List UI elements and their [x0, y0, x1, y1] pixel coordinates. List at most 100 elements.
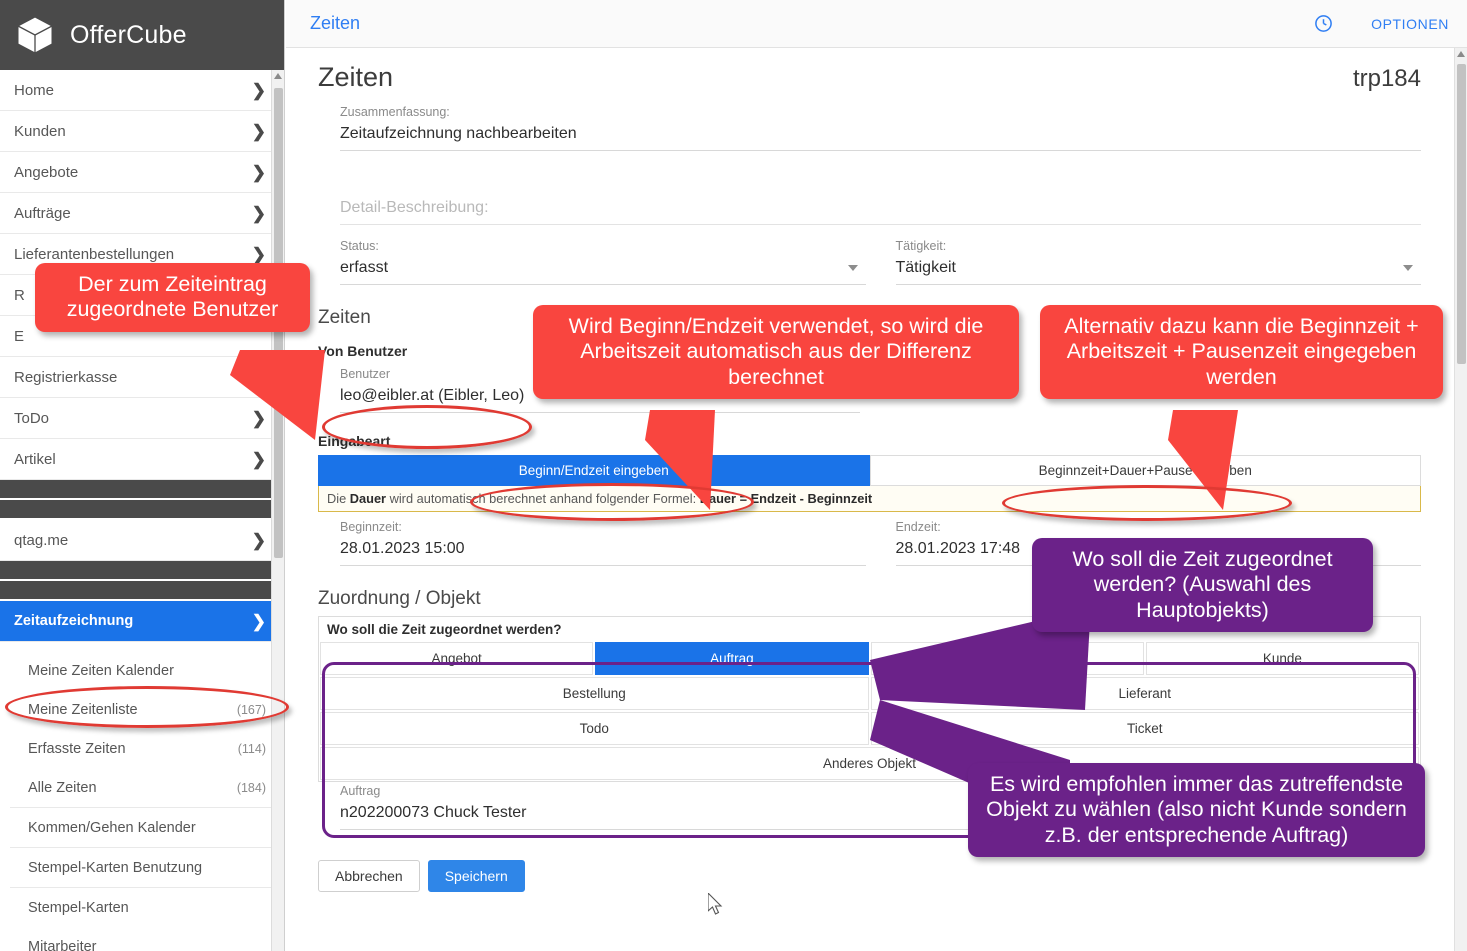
clock-icon[interactable]: [1314, 14, 1333, 33]
sidebar-item-kunden[interactable]: Kunden ❯: [0, 111, 284, 152]
activity-select[interactable]: Tätigkeit: [895, 253, 1421, 285]
chevron-right-icon: ❯: [251, 121, 266, 141]
chevron-right-icon: ❯: [251, 244, 266, 264]
sidebar-subitem-label: Kommen/Gehen Kalender: [28, 819, 196, 836]
save-button[interactable]: Speichern: [427, 860, 525, 892]
chevron-right-icon: ❯: [251, 80, 266, 100]
sidebar-item-stempel-karten[interactable]: Stempel-Karten: [0, 888, 284, 927]
callout-alternativ-note: Alternativ dazu kann die Beginnzeit + Ar…: [1040, 305, 1443, 400]
sidebar-item-meine-zeiten-kalender[interactable]: Meine Zeiten Kalender: [0, 651, 284, 690]
status-field[interactable]: Status: erfasst: [340, 239, 866, 285]
summary-input[interactable]: Zeitaufzeichnung nachbearbeiten: [340, 119, 1421, 151]
main-scrollbar[interactable]: [1454, 48, 1467, 951]
sidebar-item-label: Zeitaufzeichnung: [14, 613, 134, 629]
detail-input[interactable]: Detail-Beschreibung:: [340, 193, 1421, 225]
brand-header: OfferCube: [0, 0, 284, 70]
sidebar-subitem-label: Mitarbeiter: [28, 938, 97, 951]
callout-text: Wo soll die Zeit zugeordnet werden? (Aus…: [1072, 547, 1333, 622]
callout-text: Wird Beginn/Endzeit verwendet, so wird d…: [568, 314, 984, 389]
sidebar-item-label: Artikel: [14, 450, 56, 468]
chevron-right-icon: ❯: [251, 530, 266, 550]
topbar: Zeiten OPTIONEN: [286, 0, 1467, 48]
sidebar-item-label: Aufträge: [14, 204, 71, 222]
sidebar-item-label: Kunden: [14, 122, 66, 140]
sidebar-subitem-label: Alle Zeiten: [28, 779, 97, 796]
sidebar-item-auftraege[interactable]: Aufträge ❯: [0, 193, 284, 234]
detail-field[interactable]: Detail-Beschreibung:: [340, 193, 1421, 225]
brand-title: OfferCube: [70, 20, 187, 49]
sidebar-scrollbar[interactable]: [271, 70, 284, 951]
sidebar-item-label: ToDo: [14, 409, 50, 427]
activity-label: Tätigkeit:: [895, 239, 947, 253]
sidebar-subitem-label: Stempel-Karten Benutzung: [28, 859, 203, 876]
sidebar-subitem-label: Erfasste Zeiten: [28, 740, 126, 757]
highlight-ellipse-beginnzeit-dauer-pause: [1002, 485, 1292, 521]
sidebar-item-label: qtag.me: [14, 531, 69, 549]
hint-bold-dauer: Dauer: [349, 491, 387, 506]
sidebar-item-stempel-karten-benutzung[interactable]: Stempel-Karten Benutzung: [0, 848, 284, 887]
sidebar: OfferCube Home ❯ Kunden ❯ Angebote ❯ Auf…: [0, 0, 285, 951]
callout-text: Der zum Zeiteintrag zugeordnete Benutzer: [66, 272, 279, 322]
sidebar-divider: [0, 581, 284, 601]
highlight-ellipse-beginn-endzeit: [470, 483, 754, 521]
callout-user-note: Der zum Zeiteintrag zugeordnete Benutzer: [35, 263, 310, 332]
sidebar-item-zeitaufzeichnung[interactable]: Zeitaufzeichnung ❯: [0, 601, 284, 642]
callout-beginn-endzeit-note: Wird Beginn/Endzeit verwendet, so wird d…: [533, 305, 1019, 400]
chevron-right-icon: ❯: [251, 203, 266, 223]
sidebar-item-qtagme[interactable]: qtag.me ❯: [0, 520, 284, 561]
sidebar-divider: [0, 561, 284, 581]
sidebar-subitem-label: Meine Zeiten Kalender: [28, 662, 174, 679]
start-time-field[interactable]: Beginnzeit: 28.01.2023 15:00: [340, 520, 866, 566]
chevron-down-icon[interactable]: [1403, 265, 1413, 271]
chevron-down-icon[interactable]: [847, 265, 858, 271]
start-time-input[interactable]: 28.01.2023 15:00: [340, 534, 866, 566]
summary-label: Zusammenfassung:: [340, 105, 450, 119]
scroll-up-arrow-icon[interactable]: [274, 73, 282, 79]
sidebar-item-home[interactable]: Home ❯: [0, 70, 284, 111]
hint-prefix: Die: [327, 491, 350, 506]
sidebar-item-label: Lieferantenbestellungen: [14, 245, 175, 263]
chevron-right-icon: ❯: [251, 162, 266, 182]
record-code: trp184: [1352, 65, 1421, 92]
sidebar-nav: Home ❯ Kunden ❯ Angebote ❯ Aufträge ❯ Li…: [0, 70, 284, 951]
callout-empfehlung-note: Es wird empfohlen immer das zutreffendst…: [968, 763, 1425, 858]
callout-zuordnung-note: Wo soll die Zeit zugeordnet werden? (Aus…: [1032, 538, 1373, 633]
status-activity-row: Status: erfasst Tätigkeit: Tätigkeit: [340, 239, 1421, 285]
cancel-button[interactable]: Abbrechen: [318, 860, 420, 892]
sidebar-item-kommen-gehen-kalender[interactable]: Kommen/Gehen Kalender: [0, 808, 284, 847]
page-title: Zeiten: [318, 62, 394, 92]
sidebar-item-label: Registrierkasse: [14, 368, 118, 386]
sidebar-item-mitarbeiter[interactable]: Mitarbeiter: [0, 927, 284, 951]
options-button[interactable]: OPTIONEN: [1371, 16, 1449, 32]
chevron-right-icon: ❯: [251, 611, 266, 631]
chevron-right-icon: ❯: [251, 449, 266, 469]
toggle-beginnzeit-dauer-pause[interactable]: Beginnzeit+Dauer+Pause eingeben: [869, 455, 1421, 486]
highlight-ellipse-user: [322, 405, 532, 449]
status-select[interactable]: erfasst: [340, 253, 866, 285]
end-time-label: Endzeit:: [895, 520, 941, 534]
summary-field[interactable]: Zusammenfassung: Zeitaufzeichnung nachbe…: [340, 105, 1421, 151]
page-head: Zeiten trp184: [318, 48, 1421, 93]
callout-text: Alternativ dazu kann die Beginnzeit + Ar…: [1064, 314, 1419, 389]
callout-text: Es wird empfohlen immer das zutreffendst…: [986, 772, 1407, 847]
sidebar-subitem-count: (184): [236, 780, 266, 795]
highlight-ellipse-meine-zeitenliste: [5, 686, 289, 728]
sidebar-item-alle-zeiten[interactable]: Alle Zeiten (184): [0, 768, 284, 807]
sidebar-divider: [0, 480, 284, 500]
sidebar-subitem-label: Stempel-Karten: [28, 899, 129, 916]
sidebar-divider: [0, 500, 284, 520]
sidebar-item-angebote[interactable]: Angebote ❯: [0, 152, 284, 193]
activity-field[interactable]: Tätigkeit: Tätigkeit: [895, 239, 1421, 285]
scroll-up-arrow-icon[interactable]: [1457, 51, 1465, 57]
status-label: Status:: [340, 239, 379, 253]
breadcrumb[interactable]: Zeiten: [310, 13, 1314, 34]
sidebar-item-label: Home: [14, 81, 55, 99]
start-time-label: Beginnzeit:: [340, 520, 402, 534]
cube-icon: [14, 14, 56, 56]
main-scroll-thumb[interactable]: [1457, 64, 1466, 364]
sidebar-item-label: Angebote: [14, 163, 79, 181]
toggle-beginn-endzeit[interactable]: Beginn/Endzeit eingeben: [318, 455, 870, 486]
mouse-cursor-icon: [708, 893, 723, 915]
sidebar-item-erfasste-zeiten[interactable]: Erfasste Zeiten (114): [0, 729, 284, 768]
sidebar-subitem-count: (114): [237, 741, 266, 756]
